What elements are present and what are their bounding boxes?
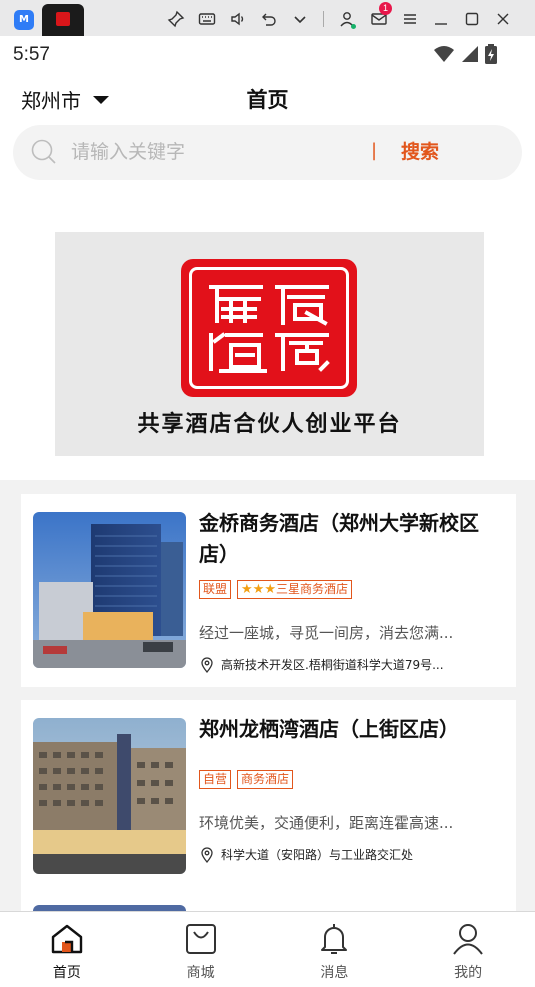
menu-icon[interactable] [394, 6, 425, 32]
nav-label: 商城 [186, 965, 215, 981]
hotel-description: 环境优美，交通便利，距离连霍高速... [199, 814, 454, 832]
hotel-card[interactable]: 郑州龙栖湾酒店（上街区店） 自营 商务酒店 环境优美，交通便利，距离连霍高速..… [21, 700, 516, 893]
mail-icon[interactable]: 1 [363, 2, 394, 32]
toolbar-divider [323, 11, 324, 27]
hotel-description: 经过一座城，寻觅一间房，消去您满... [199, 624, 454, 642]
bottom-nav: 首页 商城 消息 我的 [0, 911, 535, 987]
nav-label: 我的 [454, 965, 483, 981]
undo-icon[interactable] [253, 6, 284, 32]
chevron-down-icon[interactable] [284, 6, 315, 32]
nav-item-home[interactable]: 首页 [0, 912, 134, 987]
hotel-name: 郑州龙栖湾酒店（上街区店） [199, 717, 459, 741]
battery-icon [485, 44, 497, 64]
search-icon [31, 139, 56, 164]
emulator-controls: 1 [160, 2, 518, 32]
close-icon[interactable] [487, 6, 518, 32]
cellular-signal-icon [462, 46, 478, 62]
search-divider: | [371, 140, 378, 161]
hotel-address-text: 高新技术开发区.梧桐街道科学大道79号... [221, 658, 444, 672]
nav-item-mall[interactable]: 商城 [134, 912, 268, 987]
online-dot-icon [351, 24, 356, 29]
banner-slogan: 共享酒店合伙人创业平台 [137, 412, 402, 437]
star-icon: ★ [252, 582, 265, 597]
hotel-address: 高新技术开发区.梧桐街道科学大道79号... [199, 656, 499, 673]
tag-self-operated: 自营 [199, 770, 232, 789]
hotel-name: 金桥商务酒店（郑州大学新校区店） [199, 511, 479, 566]
keyboard-icon[interactable] [191, 6, 222, 32]
status-time: 5:57 [13, 44, 50, 65]
emulator-toolbar: M 1 [0, 0, 535, 36]
tag-alliance: 联盟 [199, 580, 232, 599]
app-header: 郑州市 首页 [0, 72, 535, 125]
search-section: | 搜索 共享酒店合伙人创业平台 [0, 125, 535, 480]
tag-star-rating: ★ ★ ★ 三星商务酒店 [237, 580, 352, 599]
search-button[interactable]: 搜索 [401, 137, 439, 164]
tag-category: 商务酒店 [237, 770, 294, 789]
home-icon [51, 924, 83, 954]
shopping-bag-icon [185, 924, 216, 954]
hotel-card[interactable]: 金桥商务酒店（郑州大学新校区店） 联盟 ★ ★ ★ 三星商务酒店 经过一座城，寻觅一间… [21, 494, 516, 687]
wifi-icon [434, 46, 454, 62]
hotel-photo [33, 718, 186, 874]
star-icon: ★ [241, 582, 253, 597]
promo-banner[interactable]: 共享酒店合伙人创业平台 [55, 232, 484, 456]
emulator-app-icon[interactable]: M [14, 10, 34, 30]
seal-glyphs [209, 285, 330, 373]
hotel-address: 科学大道（安阳路）与工业路交汇处 [199, 846, 499, 863]
hotel-address-text: 科学大道（安阳路）与工业路交汇处 [221, 848, 414, 862]
star-icon: ★ [264, 582, 276, 597]
mail-badge: 1 [379, 2, 392, 15]
search-box[interactable]: | 搜索 [13, 125, 522, 180]
account-icon[interactable] [332, 6, 363, 32]
hotel-tags: 联盟 ★ ★ ★ 三星商务酒店 [199, 580, 352, 599]
status-bar: 5:57 [0, 36, 535, 72]
pin-icon[interactable] [160, 6, 191, 32]
nav-label: 首页 [52, 965, 81, 981]
status-icons [433, 44, 497, 64]
volume-icon[interactable] [222, 6, 253, 32]
page-title: 首页 [246, 88, 289, 112]
hotel-tags: 自营 商务酒店 [199, 770, 294, 789]
user-icon [453, 924, 483, 955]
search-input[interactable] [71, 137, 351, 167]
brand-seal-logo [181, 259, 357, 397]
nav-label: 消息 [320, 965, 349, 981]
nav-item-messages[interactable]: 消息 [268, 912, 402, 987]
app-thumbnail-icon [56, 12, 70, 26]
nav-item-profile[interactable]: 我的 [401, 912, 535, 987]
minimize-icon[interactable] [425, 6, 456, 32]
hotel-photo [33, 512, 186, 668]
location-pin-icon [201, 846, 213, 863]
emulator-app-tab[interactable] [42, 4, 84, 36]
tag-category: 三星商务酒店 [275, 582, 348, 596]
location-pin-icon [201, 656, 213, 673]
maximize-icon[interactable] [456, 6, 487, 32]
bell-icon [321, 924, 348, 954]
